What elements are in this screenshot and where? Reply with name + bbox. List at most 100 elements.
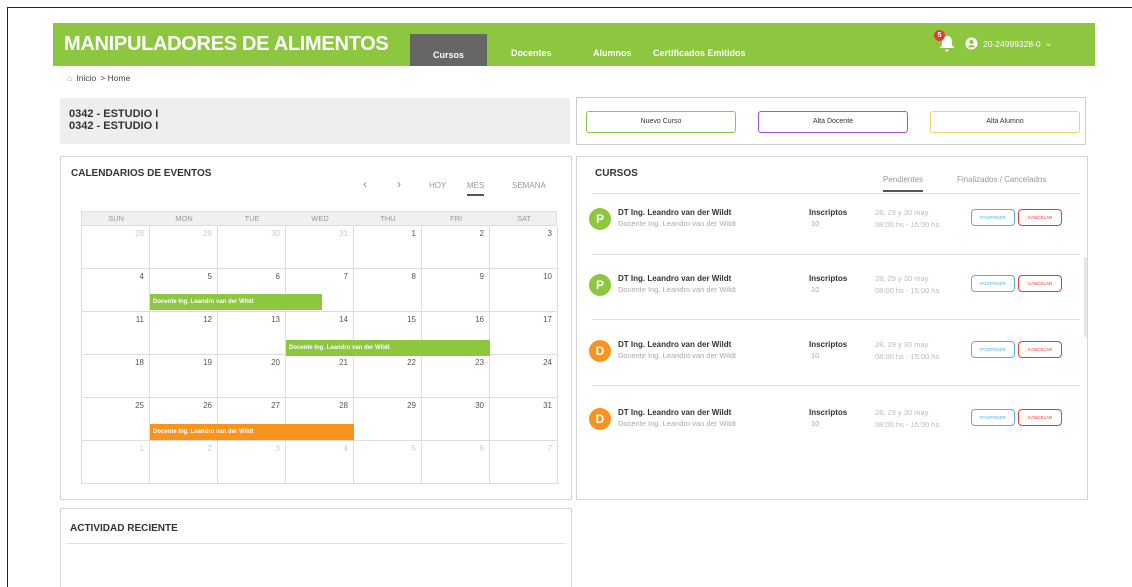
- calendar-day-cell[interactable]: 2: [150, 441, 218, 484]
- cancel-button[interactable]: CANCELAR: [1018, 409, 1062, 426]
- nav-certificados[interactable]: Certificados Emitidos: [653, 48, 746, 66]
- next-month-button[interactable]: ›: [397, 177, 401, 191]
- course-item: P DT Ing. Leandro van der Wildt Docente …: [589, 263, 1089, 311]
- course-dates: 28, 29 y 30 may: [875, 274, 929, 283]
- calendar-day-cell[interactable]: 25: [82, 398, 150, 441]
- view-today-tab[interactable]: HOY: [429, 181, 446, 190]
- divider: [592, 385, 1080, 386]
- add-student-button[interactable]: Alta Alumno: [930, 111, 1080, 133]
- calendar-event[interactable]: Docente Ing. Leandro van der Wildt: [286, 340, 490, 356]
- enrolled-label: Inscriptos: [809, 208, 848, 217]
- course-title: DT Ing. Leandro van der Wildt: [618, 340, 732, 349]
- calendar-day-cell[interactable]: 13: [218, 312, 286, 355]
- calendar-day-cell[interactable]: 4: [82, 269, 150, 312]
- courses-scrollbar[interactable]: [1084, 257, 1087, 337]
- cancel-button[interactable]: CANCELAR: [1018, 275, 1062, 292]
- user-icon: [965, 37, 978, 50]
- calendar-day-cell[interactable]: 5: [354, 441, 422, 484]
- course-dates: 28, 29 y 30 may: [875, 340, 929, 349]
- calendar-day-cell[interactable]: 10: [490, 269, 558, 312]
- calendar-day-cell[interactable]: 24: [490, 355, 558, 398]
- course-teacher: Docente Ing. Leandro van der Wildt: [618, 219, 736, 228]
- calendar-day-cell[interactable]: 8: [354, 269, 422, 312]
- course-item: P DT Ing. Leandro van der Wildt Docente …: [589, 197, 1089, 245]
- calendar-day-cell[interactable]: 11: [82, 312, 150, 355]
- cancel-button[interactable]: CANCELAR: [1018, 209, 1062, 226]
- calendar-event[interactable]: Docente Ing. Leandro van der Wildt: [150, 424, 354, 440]
- school-name-line1: 0342 - ESTUDIO I: [69, 108, 159, 120]
- enrolled-count: 10: [811, 285, 820, 294]
- calendar-day-cell[interactable]: 17: [490, 312, 558, 355]
- calendar-day-cell[interactable]: 30: [422, 398, 490, 441]
- postpone-button[interactable]: POSPONER: [971, 209, 1015, 226]
- cancel-button[interactable]: CANCELAR: [1018, 341, 1062, 358]
- calendar-event[interactable]: Docente Ing. Leandro van der Wildt: [150, 294, 322, 310]
- breadcrumb: ⌂ Inicio > Home: [67, 73, 130, 83]
- app-title: MANIPULADORES DE ALIMENTOS: [64, 33, 389, 55]
- calendar-week-row: 1 2 3 4 5 6 7: [81, 441, 558, 484]
- postpone-button[interactable]: POSPONER: [971, 275, 1015, 292]
- top-bar: MANIPULADORES DE ALIMENTOS Cursos Docent…: [53, 23, 1095, 66]
- nav-cursos[interactable]: Cursos: [410, 34, 487, 66]
- notifications-button[interactable]: 5: [934, 30, 957, 55]
- breadcrumb-home-link[interactable]: Inicio: [76, 73, 96, 83]
- view-week-tab[interactable]: SEMANA: [512, 181, 546, 190]
- calendar-day-cell[interactable]: 12: [150, 312, 218, 355]
- enrolled-count: 10: [811, 219, 820, 228]
- calendar-day-cell[interactable]: 23: [422, 355, 490, 398]
- notification-count-badge: 5: [934, 30, 945, 41]
- school-name-line2: 0342 - ESTUDIO I: [69, 120, 159, 132]
- calendar-day-cell[interactable]: 4: [286, 441, 354, 484]
- calendar-day-cell[interactable]: 1: [82, 441, 150, 484]
- course-hours: 08:00 hs - 15:00 hs: [875, 220, 940, 229]
- course-dates: 28, 29 y 30 may: [875, 208, 929, 217]
- tab-finalizados[interactable]: Finalizados / Cancelados: [957, 175, 1046, 184]
- calendar-day-cell[interactable]: 28: [82, 226, 150, 269]
- calendar-day-cell[interactable]: 29: [354, 398, 422, 441]
- new-course-button[interactable]: Nuevo Curso: [586, 111, 736, 133]
- user-menu[interactable]: 20-24999328-0 ⌄: [965, 37, 1052, 50]
- calendar-day-cell[interactable]: 2: [422, 226, 490, 269]
- calendar-day-cell[interactable]: 29: [150, 226, 218, 269]
- weekday-label: THU: [380, 214, 396, 223]
- course-title: DT Ing. Leandro van der Wildt: [618, 208, 732, 217]
- tab-pendientes[interactable]: Pendientes: [883, 175, 924, 192]
- calendar-day-cell[interactable]: 31: [286, 226, 354, 269]
- user-id: 20-24999328-0: [983, 38, 1041, 49]
- divider: [592, 254, 1080, 255]
- course-status-avatar: P: [589, 274, 611, 296]
- course-hours: 08:00 hs - 15:00 hs: [875, 420, 940, 429]
- calendar-day-cell[interactable]: 22: [354, 355, 422, 398]
- nav-alumnos[interactable]: Alumnos: [593, 48, 632, 66]
- course-title: DT Ing. Leandro van der Wildt: [618, 408, 732, 417]
- chevron-down-icon: ⌄: [1044, 38, 1053, 48]
- view-month-tab[interactable]: MES: [467, 181, 485, 196]
- calendar-day-cell[interactable]: 30: [218, 226, 286, 269]
- calendar-day-cell[interactable]: 19: [150, 355, 218, 398]
- add-teacher-button[interactable]: Alta Docente: [758, 111, 908, 133]
- nav-certificados-wrap: Certificados Emitidos: [653, 23, 746, 66]
- calendar-day-cell[interactable]: 7: [490, 441, 558, 484]
- calendar-day-cell[interactable]: 21: [286, 355, 354, 398]
- recent-activity-panel: ACTIVIDAD RECIENTE: [60, 508, 572, 587]
- recent-activity-title: ACTIVIDAD RECIENTE: [70, 523, 178, 534]
- calendar-day-cell[interactable]: 9: [422, 269, 490, 312]
- calendar-day-cell[interactable]: 1: [354, 226, 422, 269]
- calendar-day-cell[interactable]: 18: [82, 355, 150, 398]
- calendar-day-cell[interactable]: 31: [490, 398, 558, 441]
- course-teacher: Docente Ing. Leandro van der Wildt: [618, 351, 736, 360]
- course-status-avatar: P: [589, 208, 611, 230]
- calendar-day-cell[interactable]: 6: [422, 441, 490, 484]
- postpone-button[interactable]: POSPONER: [971, 341, 1015, 358]
- calendar-day-cell[interactable]: 3: [490, 226, 558, 269]
- nav-docentes[interactable]: Docentes: [511, 48, 552, 66]
- calendar-day-cell[interactable]: 20: [218, 355, 286, 398]
- calendar-day-cell[interactable]: 3: [218, 441, 286, 484]
- course-title: DT Ing. Leandro van der Wildt: [618, 274, 732, 283]
- prev-month-button[interactable]: ‹: [363, 177, 367, 191]
- calendar-title: CALENDARIOS DE EVENTOS: [71, 168, 212, 179]
- postpone-button[interactable]: POSPONER: [971, 409, 1015, 426]
- weekday-label: TUE: [244, 214, 260, 223]
- calendar-week-row: 28 29 30 31 1 2 3: [81, 226, 558, 269]
- courses-title: CURSOS: [595, 168, 638, 179]
